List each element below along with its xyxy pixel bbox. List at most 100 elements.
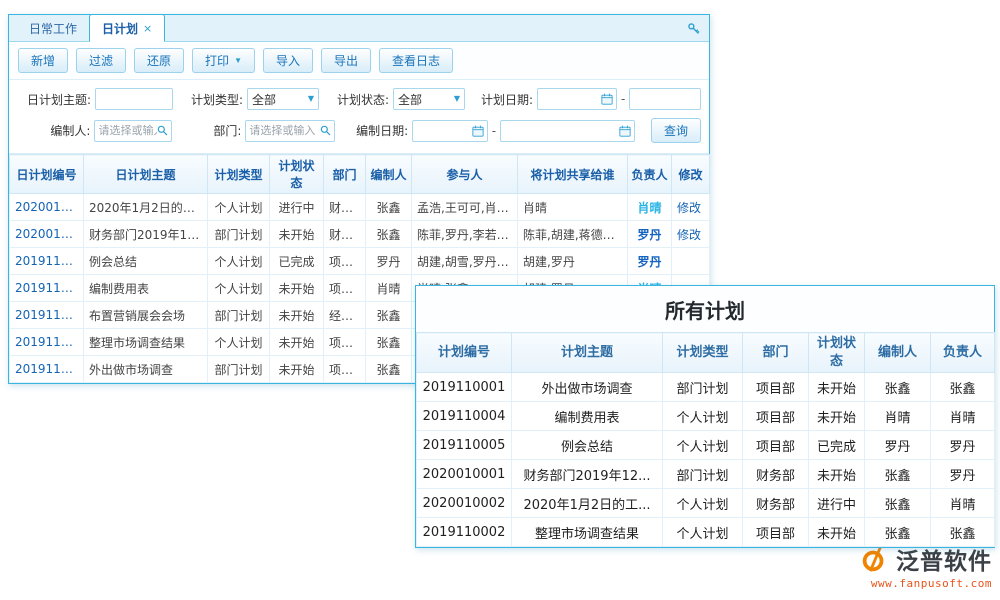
export-button[interactable]: 导出	[321, 48, 371, 73]
table-header-row: 日计划编号日计划主题计划类型计划状态部门编制人参与人将计划共享给谁负责人修改	[10, 155, 710, 194]
plan-status: 未开始	[809, 518, 865, 547]
modify-link[interactable]: 修改	[672, 221, 710, 248]
table-row[interactable]: 2019110005例会总结个人计划项目部已完成罗丹罗丹	[417, 431, 995, 460]
subject-filter-input[interactable]	[99, 89, 169, 109]
chevron-down-icon: ▼	[454, 95, 460, 103]
table-row[interactable]: 2019110004编制费用表个人计划项目部未开始肖晴肖晴	[417, 402, 995, 431]
plan-share: 陈菲,胡建,蒋德帆,...	[518, 221, 628, 248]
restore-button[interactable]: 还原	[134, 48, 184, 73]
calendar-icon[interactable]	[619, 125, 631, 137]
plan-subject: 整理市场调查结果	[84, 329, 208, 356]
table-row[interactable]: 2020010001财务部门2019年12月的...部门计划未开始财务部张鑫陈菲…	[10, 221, 710, 248]
plan-creator: 张鑫	[366, 194, 412, 221]
plan-id-link[interactable]: 2019110005	[10, 248, 84, 275]
chevron-down-icon: ▼	[308, 95, 314, 103]
table-row[interactable]: 20200100022020年1月2日的工作日...个人计划进行中财务部张鑫孟浩…	[10, 194, 710, 221]
plan-subject: 例会总结	[512, 431, 663, 460]
create-date-to-input[interactable]	[504, 121, 619, 141]
add-button[interactable]: 新增	[18, 48, 68, 73]
plan-leader: 肖晴	[931, 489, 995, 518]
plan-id: 2020010001	[417, 460, 512, 489]
print-button-label: 打印	[205, 52, 229, 69]
plan-creator: 张鑫	[865, 489, 931, 518]
plan-dept: 经营部	[324, 302, 366, 329]
table-row[interactable]: 2019110002整理市场调查结果个人计划项目部未开始张鑫张鑫	[417, 518, 995, 547]
plan-id-link[interactable]: 2019110001	[10, 356, 84, 383]
plan-status: 已完成	[809, 431, 865, 460]
search-icon[interactable]	[320, 125, 331, 136]
dept-filter-label: 部门:	[186, 122, 242, 139]
table-row[interactable]: 2020010001财务部门2019年12...部门计划财务部未开始张鑫罗丹	[417, 460, 995, 489]
type-filter-label: 计划类型:	[187, 91, 243, 108]
search-button[interactable]: 查询	[651, 118, 701, 143]
tab-daily-work[interactable]: 日常工作	[17, 15, 89, 41]
plan-id-link[interactable]: 2020010001	[10, 221, 84, 248]
plan-type: 个人计划	[663, 489, 743, 518]
subject-filter-label: 日计划主题:	[17, 91, 91, 108]
plan-subject: 例会总结	[84, 248, 208, 275]
view-log-button[interactable]: 查看日志	[379, 48, 453, 73]
chevron-down-icon: ▼	[234, 57, 242, 65]
plan-dept: 项目部	[743, 402, 809, 431]
plan-share: 肖晴	[518, 194, 628, 221]
plan-dept: 项目部	[743, 373, 809, 402]
plan-dept: 财务部	[324, 194, 366, 221]
column-header: 计划状态	[809, 333, 865, 373]
table-row[interactable]: 20200100022020年1月2日的工...个人计划财务部进行中张鑫肖晴	[417, 489, 995, 518]
modify-link[interactable]: 修改	[672, 194, 710, 221]
plan-leader: 张鑫	[931, 518, 995, 547]
plan-dept: 财务部	[743, 460, 809, 489]
plan-date-from-input[interactable]	[541, 89, 601, 109]
plan-status: 进行中	[809, 489, 865, 518]
plan-status: 进行中	[270, 194, 324, 221]
key-icon[interactable]	[687, 22, 701, 36]
all-plans-window: 所有计划 计划编号计划主题计划类型部门计划状态编制人负责人 2019110001…	[415, 285, 995, 548]
status-filter-select[interactable]: 全部 ▼	[393, 88, 465, 110]
column-header: 日计划编号	[10, 155, 84, 194]
plan-id-link[interactable]: 2019110004	[10, 275, 84, 302]
search-icon[interactable]	[157, 125, 168, 136]
plan-type: 个人计划	[208, 275, 270, 302]
close-icon[interactable]: ×	[143, 23, 152, 34]
status-filter-label: 计划状态:	[333, 91, 389, 108]
column-header: 计划类型	[663, 333, 743, 373]
plan-participants: 陈菲,罗丹,李若若,罗...	[412, 221, 518, 248]
plan-id: 2019110002	[417, 518, 512, 547]
type-filter-select[interactable]: 全部 ▼	[247, 88, 319, 110]
plan-status: 未开始	[270, 302, 324, 329]
column-header: 负责人	[628, 155, 672, 194]
plan-date-filter-label: 计划日期:	[477, 91, 533, 108]
column-header: 计划主题	[512, 333, 663, 373]
plan-id-link[interactable]: 2019110003	[10, 302, 84, 329]
plan-subject: 财务部门2019年12月的...	[84, 221, 208, 248]
plan-dept: 项目部	[324, 248, 366, 275]
plan-dept: 项目部	[743, 518, 809, 547]
fanpu-logo-icon	[859, 544, 889, 574]
print-button[interactable]: 打印 ▼	[192, 48, 255, 73]
column-header: 计划类型	[208, 155, 270, 194]
plan-id: 2020010002	[417, 489, 512, 518]
plan-type: 个人计划	[663, 402, 743, 431]
plan-creator: 罗丹	[366, 248, 412, 275]
plan-subject: 编制费用表	[84, 275, 208, 302]
filter-button[interactable]: 过滤	[76, 48, 126, 73]
plan-date-to-input[interactable]	[633, 89, 697, 109]
plan-id-link[interactable]: 2019110002	[10, 329, 84, 356]
table-row[interactable]: 2019110001外出做市场调查部门计划项目部未开始张鑫张鑫	[417, 373, 995, 402]
import-button[interactable]: 导入	[263, 48, 313, 73]
plan-id-link[interactable]: 2020010002	[10, 194, 84, 221]
dept-filter-input[interactable]	[249, 121, 319, 141]
plan-status: 未开始	[270, 356, 324, 383]
plan-subject: 布置营销展会会场	[84, 302, 208, 329]
brand-url[interactable]: www.fanpusoft.com	[859, 577, 992, 590]
creator-filter-input[interactable]	[98, 121, 156, 141]
calendar-icon[interactable]	[472, 125, 484, 137]
plan-subject: 外出做市场调查	[84, 356, 208, 383]
create-date-from-input[interactable]	[416, 121, 471, 141]
plan-type: 个人计划	[208, 194, 270, 221]
plan-type: 部门计划	[208, 221, 270, 248]
tab-daily-plan[interactable]: 日计划 ×	[89, 14, 165, 42]
plan-dept: 项目部	[324, 356, 366, 383]
calendar-icon[interactable]	[601, 93, 613, 105]
table-row[interactable]: 2019110005例会总结个人计划已完成项目部罗丹胡建,胡雪,罗丹,任晓...…	[10, 248, 710, 275]
